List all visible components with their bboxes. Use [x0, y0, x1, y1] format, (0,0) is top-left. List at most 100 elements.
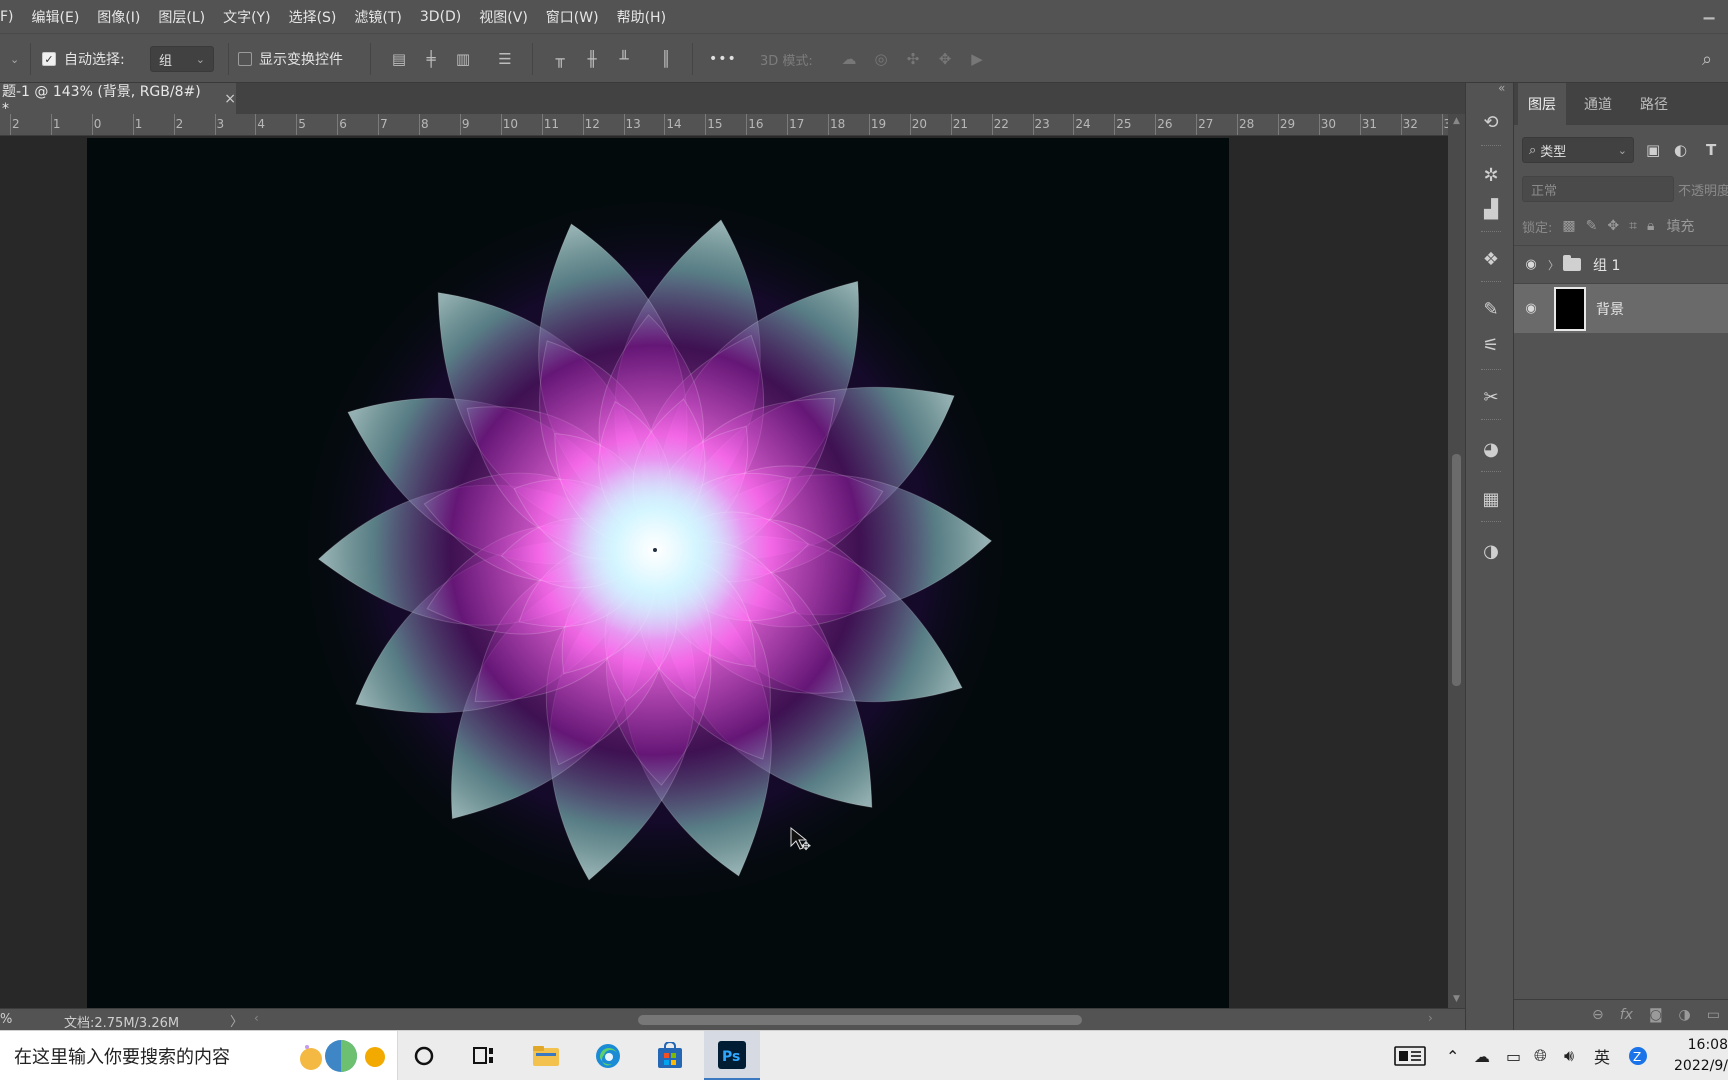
align-center-h-icon[interactable]: ╪ — [418, 34, 444, 84]
menu-item[interactable]: 帮助(H) — [608, 7, 675, 27]
expand-chevron-icon[interactable]: 〉 — [1548, 257, 1559, 273]
tab-channels[interactable]: 通道 — [1584, 83, 1612, 125]
document-canvas[interactable]: ✥ — [87, 138, 1229, 1008]
news-widget-icon[interactable] — [1394, 1031, 1426, 1080]
menu-item[interactable]: 编辑(E) — [23, 7, 89, 27]
menu-item[interactable]: 窗口(W) — [537, 7, 608, 27]
distribute-icon[interactable]: ☰ — [492, 34, 518, 84]
task-view-button[interactable] — [456, 1031, 512, 1080]
collapse-panels-icon[interactable]: « — [1498, 81, 1505, 95]
document-tab[interactable]: 题-1 @ 143% (背景, RGB/8#) * × — [0, 83, 236, 117]
scroll-left-icon[interactable]: ‹ — [254, 1011, 259, 1025]
onedrive-icon[interactable]: ☁ — [1474, 1031, 1490, 1080]
auto-select-dropdown[interactable]: 组 ⌄ — [150, 34, 214, 84]
histogram-icon[interactable]: ▟ — [1478, 197, 1504, 223]
ime-icon[interactable]: Z — [1628, 1031, 1648, 1080]
properties-icon[interactable]: ◑ — [1478, 539, 1504, 565]
filter-adjustment-icon[interactable]: ◐ — [1674, 137, 1687, 163]
ruler-number: 2 — [12, 117, 20, 131]
eye-icon[interactable]: ◉ — [1514, 257, 1548, 272]
blend-mode-dropdown[interactable]: 正常 — [1522, 176, 1674, 202]
new-adjustment-icon[interactable]: ◑ — [1679, 1007, 1691, 1023]
lock-image-icon[interactable]: ✎ — [1586, 218, 1598, 234]
battery-icon[interactable]: ▭ — [1506, 1031, 1521, 1080]
menu-item[interactable]: 选择(S) — [280, 7, 346, 27]
edge-browser-button[interactable] — [580, 1031, 636, 1080]
adjustments-icon[interactable]: ⚟ — [1478, 333, 1504, 359]
distribute-vertical-icon[interactable]: ║ — [653, 34, 679, 84]
search-icon[interactable]: ⌕ — [1694, 34, 1720, 84]
network-icon[interactable]: 🌐︎ — [1534, 1031, 1547, 1080]
add-mask-icon[interactable]: ◙ — [1649, 1007, 1663, 1023]
lock-position-icon[interactable]: ✥ — [1607, 218, 1619, 234]
3d-pan-icon[interactable]: ✣ — [900, 34, 926, 84]
menu-item[interactable]: 3D(D) — [411, 9, 470, 25]
close-tab-icon[interactable]: × — [224, 91, 236, 107]
minimize-button[interactable]: ▁ — [1694, 4, 1724, 24]
align-right-icon[interactable]: ▥ — [450, 34, 476, 84]
volume-icon[interactable]: 🔊︎ — [1564, 1031, 1574, 1080]
taskbar-search-input[interactable]: 在这里输入你要搜索的内容 — [0, 1031, 398, 1080]
fx-icon[interactable]: fx — [1620, 1007, 1633, 1023]
show-hidden-icons-icon[interactable]: ⌃ — [1446, 1031, 1459, 1080]
folder-icon — [533, 1046, 559, 1066]
canvas-workspace[interactable]: ✥ — [0, 136, 1448, 1008]
taskbar-clock[interactable]: 16:08 2022/9/ — [1668, 1035, 1728, 1077]
menu-item[interactable]: 文字(Y) — [214, 7, 279, 27]
ruler-number: 11 — [543, 117, 559, 131]
store-button[interactable] — [642, 1031, 698, 1080]
align-top-icon[interactable]: ╥ — [547, 34, 573, 84]
new-group-icon[interactable]: ▭ — [1707, 1007, 1720, 1023]
tool-preset-dropdown[interactable]: ⌄ — [10, 34, 19, 84]
align-left-icon[interactable]: ▤ — [386, 34, 412, 84]
cortana-button[interactable] — [396, 1031, 452, 1080]
link-layers-icon[interactable]: ⊖ — [1592, 1007, 1604, 1023]
scroll-right-icon[interactable]: › — [1428, 1011, 1433, 1025]
3d-icon[interactable]: ✲ — [1478, 163, 1504, 189]
menu-item[interactable]: F) — [0, 9, 23, 25]
scroll-up-icon[interactable]: ▲ — [1448, 116, 1465, 126]
file-explorer-button[interactable] — [518, 1031, 574, 1080]
menu-item[interactable]: 图层(L) — [149, 7, 214, 27]
patterns-icon[interactable]: ▦ — [1478, 487, 1504, 513]
menu-item[interactable]: 视图(V) — [470, 7, 537, 27]
filter-image-icon[interactable]: ▣ — [1646, 137, 1660, 163]
ruler-number: 10 — [502, 117, 519, 131]
eye-icon[interactable]: ◉ — [1514, 301, 1548, 316]
vertical-scrollbar[interactable]: ▲ ▼ — [1448, 114, 1465, 1008]
layer-row-background[interactable]: ◉ 背景 — [1514, 283, 1728, 333]
zoom-level[interactable]: % — [0, 1012, 12, 1027]
3d-camera-icon[interactable]: ▶ — [964, 34, 990, 84]
ruler-tick — [91, 114, 93, 135]
tab-layers[interactable]: 图层 — [1518, 83, 1566, 125]
scroll-down-icon[interactable]: ▼ — [1448, 994, 1465, 1004]
3d-orbit-icon[interactable]: ☁ — [836, 34, 862, 84]
more-options-button[interactable]: ••• — [709, 34, 737, 84]
status-menu-arrow[interactable]: 〉 — [230, 1011, 243, 1030]
auto-select-checkbox[interactable]: ✓ — [42, 34, 56, 84]
ime-mode-indicator[interactable]: 英 — [1594, 1031, 1610, 1080]
scrollbar-thumb[interactable] — [1452, 454, 1461, 686]
swatches-icon[interactable]: ◕ — [1478, 437, 1504, 463]
show-transform-checkbox[interactable] — [238, 34, 252, 84]
lock-artboard-icon[interactable]: ⌗ — [1629, 218, 1637, 234]
layer-filter-dropdown[interactable]: ⌕ 类型 ⌄ — [1522, 137, 1634, 163]
align-bottom-icon[interactable]: ╨ — [611, 34, 637, 84]
menu-item[interactable]: 滤镜(T) — [345, 7, 410, 27]
lock-all-icon[interactable]: 🔒︎ — [1647, 218, 1654, 234]
tab-paths[interactable]: 路径 — [1640, 83, 1668, 125]
brush-presets-icon[interactable]: ✎ — [1478, 297, 1504, 323]
photoshop-taskbar-button[interactable]: Ps — [704, 1031, 760, 1080]
menu-item[interactable]: 图像(I) — [88, 7, 149, 27]
tool-presets-icon[interactable]: ✂ — [1478, 385, 1504, 411]
3d-slide-icon[interactable]: ✥ — [932, 34, 958, 84]
history-icon[interactable]: ⟲ — [1478, 110, 1504, 136]
3d-roll-icon[interactable]: ◎ — [868, 34, 894, 84]
libraries-icon[interactable]: ❖ — [1478, 247, 1504, 273]
lock-transparent-icon[interactable]: ▩ — [1562, 218, 1575, 234]
horizontal-scrollbar-thumb[interactable] — [638, 1015, 1082, 1025]
grip — [1481, 419, 1501, 421]
layer-row-group[interactable]: ◉ 〉 组 1 — [1514, 245, 1728, 283]
align-middle-v-icon[interactable]: ╫ — [579, 34, 605, 84]
filter-type-icon[interactable]: T — [1706, 137, 1716, 163]
